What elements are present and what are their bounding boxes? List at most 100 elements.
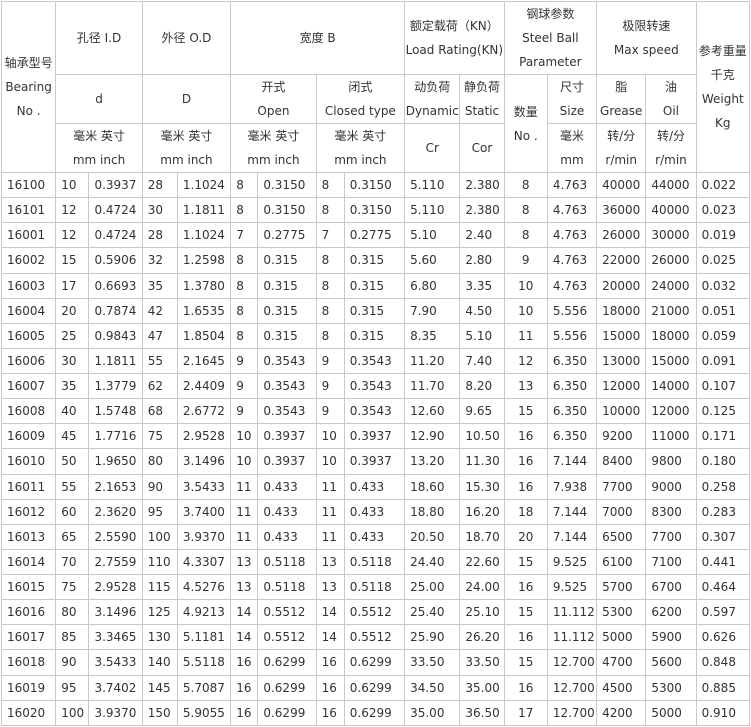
header-grease-cn: 脂 [615,80,628,94]
cell-speed-grease: 15000 [596,322,647,349]
cell-open-mm: 8 [230,171,259,199]
table-row: 16018 90 3.5433 140 5.5118 16 0.6299 16 0.6299 33… [0,649,751,676]
cell-open-inch: 0.315 [257,297,317,324]
cell-bearing-no: 16001 [0,222,57,249]
cell-open-inch: 0.5512 [257,624,317,651]
cell-speed-grease: 40000 [596,171,647,199]
header-load-rating-en: Load Rating(KN) [405,43,504,57]
cell-open-inch: 0.433 [257,473,317,500]
cell-outer-inch: 3.9370 [176,523,232,550]
cell-open-inch: 0.3937 [257,423,317,450]
header-grease: 脂 Grease [596,74,647,124]
header-oil-cn: 油 [664,80,677,94]
cell-bore-inch: 1.5748 [88,398,143,425]
cell-static-load: 10.50 [459,423,505,450]
cell-ball-size: 7.144 [546,498,598,525]
cell-weight: 0.125 [695,398,751,425]
table-row: 16009 45 1.7716 75 2.9528 10 0.3937 10 0.3937 12.… [0,423,751,450]
cell-bearing-no: 16019 [0,674,57,701]
cell-open-inch: 0.6299 [257,674,317,701]
cell-ball-count: 9 [503,247,548,274]
cell-weight: 0.307 [695,523,751,550]
cell-speed-grease: 10000 [596,398,647,425]
cell-closed-inch: 0.5118 [343,573,406,601]
cell-bore-mm: 75 [55,573,90,601]
cell-speed-oil: 11000 [645,423,697,450]
cell-open-inch: 0.5118 [257,548,317,576]
cell-bore-mm: 95 [55,674,90,701]
cell-weight: 0.171 [695,423,751,450]
header-oil: 油 Oil [645,74,697,124]
cell-speed-grease: 13000 [596,347,647,375]
cell-outer-inch: 5.7087 [176,674,232,701]
header-bore-unit-cn: 毫米 英寸 [73,129,125,143]
cell-closed-mm: 8 [315,297,345,324]
cell-bore-inch: 3.7402 [88,674,143,701]
header-load-rating-cn: 额定载荷（KN） [409,19,499,33]
cell-open-inch: 0.3150 [257,171,317,199]
cell-dynamic-load: 34.50 [404,674,461,701]
cell-weight: 0.023 [695,197,751,224]
cell-bearing-no: 16007 [0,372,57,400]
cell-ball-size: 11.112 [546,624,598,651]
cell-static-load: 8.20 [459,372,505,400]
cell-open-inch: 0.315 [257,322,317,349]
header-ball-count-en: No . [513,128,538,143]
cell-outer-inch: 3.1496 [176,448,232,475]
header-static-cn: 静负荷 [463,80,500,94]
cell-closed-inch: 0.6299 [343,674,406,701]
cell-open-inch: 0.6299 [257,699,317,727]
cell-speed-grease: 36000 [596,197,647,224]
cell-ball-count: 13 [503,372,548,400]
header-grease-en: Grease [600,104,643,118]
table-row: 16020 100 3.9370 150 5.9055 16 0.6299 16 0.6299 3… [0,699,751,727]
cell-ball-size: 12.700 [546,699,598,727]
cell-closed-inch: 0.315 [343,322,406,349]
cell-ball-count: 20 [503,523,548,550]
cell-bore-inch: 2.5590 [88,523,143,550]
cell-open-mm: 9 [230,347,259,375]
header-ball-count: 数量 No . [503,74,548,173]
cell-bore-mm: 65 [55,523,90,550]
cell-static-load: 2.380 [459,197,505,224]
cell-closed-inch: 0.6299 [343,699,406,727]
cell-speed-grease: 12000 [596,372,647,400]
cell-open-inch: 0.3937 [257,448,317,475]
cell-closed-inch: 0.3543 [343,398,406,425]
header-open-unit-en: mm inch [247,153,300,167]
cell-outer-mm: 28 [141,171,178,199]
cell-speed-grease: 20000 [596,272,647,299]
cell-outer-inch: 1.6535 [176,297,232,324]
header-closed-unit: 毫米 英寸 mm inch [315,123,406,173]
cell-bore-mm: 50 [55,448,90,475]
header-max-speed: 极限转速 Max speed [596,1,697,75]
cell-bore-mm: 12 [55,197,90,224]
cell-ball-size: 7.144 [546,448,598,475]
cell-open-mm: 11 [230,473,259,500]
header-static-en: Static [464,104,500,118]
cell-closed-mm: 8 [315,322,345,349]
cell-ball-count: 16 [503,423,548,450]
header-bore-unit-en: mm inch [72,153,126,167]
header-outer-unit-cn: 毫米 英寸 [160,129,213,143]
cell-outer-inch: 5.9055 [176,699,232,727]
cell-open-inch: 0.2775 [257,222,317,249]
cell-bearing-no: 16012 [0,498,57,525]
cell-outer-inch: 1.3780 [176,272,232,299]
cell-ball-size: 5.556 [546,322,598,349]
header-weight-unit-cn: 千克 [710,68,735,82]
cell-speed-oil: 18000 [645,322,697,349]
cell-closed-inch: 0.3150 [343,171,406,199]
cell-outer-inch: 4.5276 [176,573,232,601]
cell-weight: 0.885 [695,674,751,701]
cell-closed-mm: 9 [315,347,345,375]
cell-speed-oil: 44000 [645,171,697,199]
cell-static-load: 16.20 [459,498,505,525]
cell-speed-oil: 9000 [645,473,697,500]
header-dynamic-en: Dynamic [405,104,459,118]
table-row: 16101 12 0.4724 30 1.1811 8 0.3150 8 0.3150 5.110… [0,197,751,224]
cell-bore-inch: 3.5433 [88,649,143,676]
cell-bore-inch: 1.7716 [88,423,143,450]
cell-bore-mm: 35 [55,372,90,400]
cell-open-mm: 16 [230,649,259,676]
